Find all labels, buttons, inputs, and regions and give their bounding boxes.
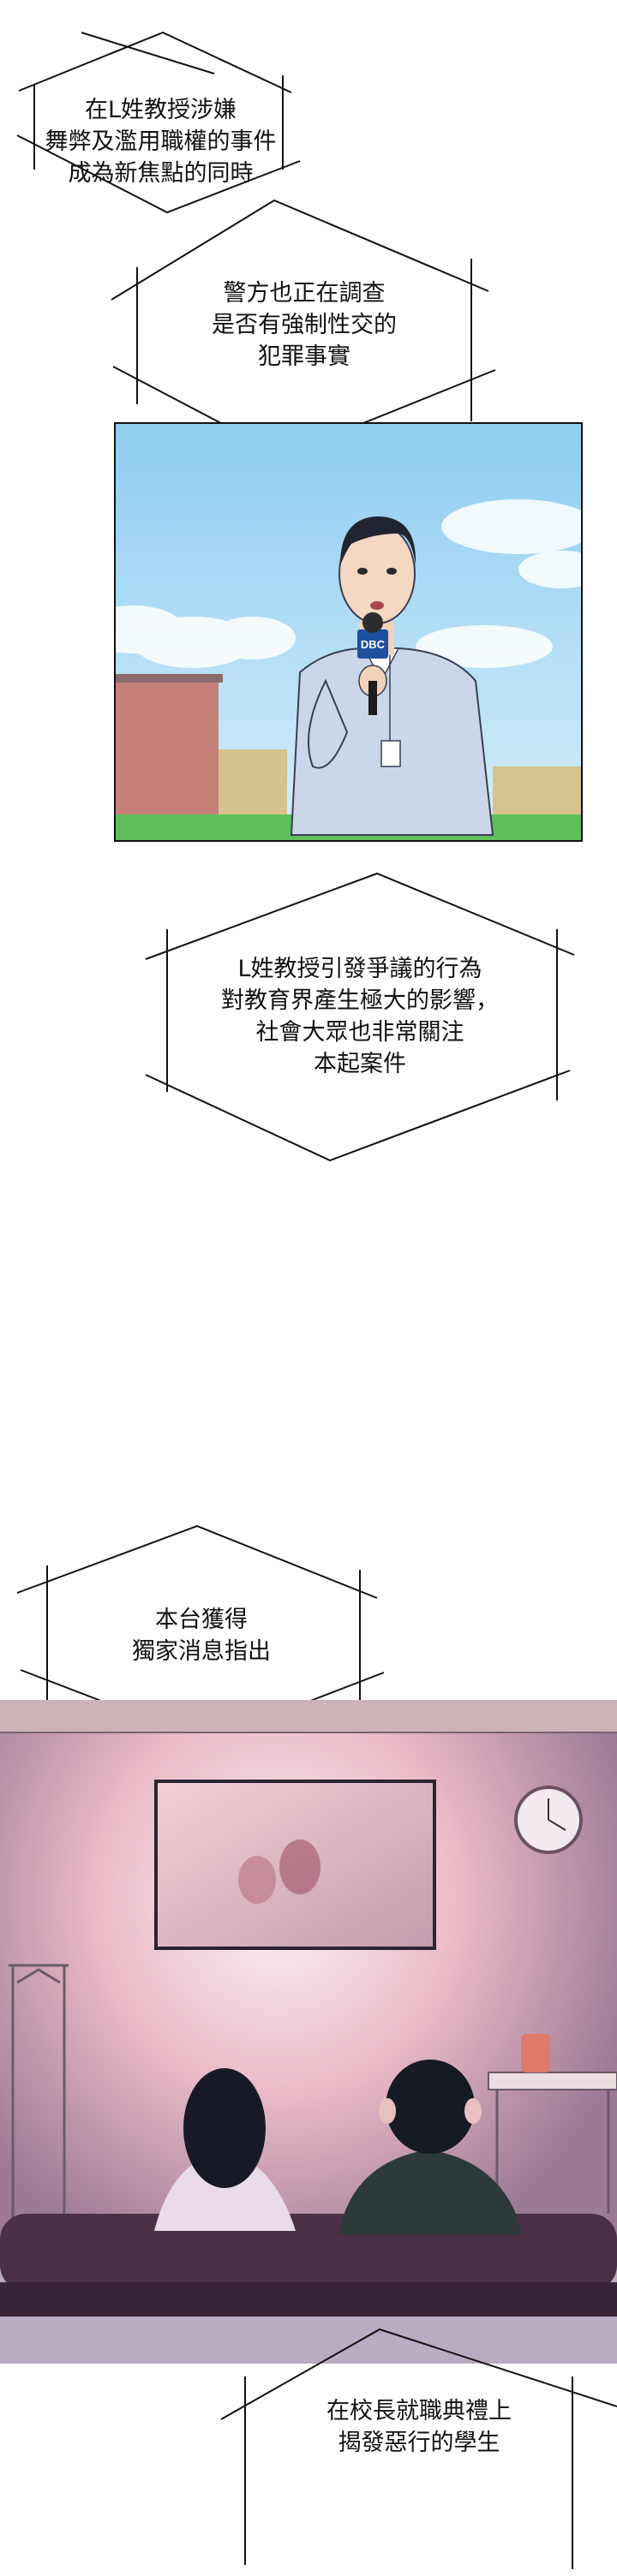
- caption-box-5: 在校長就職典禮上 揭發惡行的學生: [220, 2325, 617, 2576]
- caption-box-1: 在L姓教授涉嫌 舞弊及濫用職權的事件 成為新焦點的同時: [0, 24, 321, 221]
- tv: [154, 1780, 436, 1950]
- reporter-panel: DBC: [114, 422, 583, 842]
- caption-line: 獨家消息指出: [132, 1638, 271, 1665]
- caption-line: 舞弊及濫用職權的事件: [45, 128, 277, 155]
- mic-logo: DBC: [361, 638, 386, 651]
- living-room-panel: [0, 1700, 617, 2364]
- caption-line: 是否有強制性交的: [212, 312, 397, 338]
- caption-line: L姓教授引發爭議的行為: [237, 956, 482, 982]
- clock: [514, 1786, 583, 1854]
- caption-line: 犯罪事實: [258, 343, 350, 370]
- id-badge: [380, 740, 401, 767]
- caption-line: 在L姓教授涉嫌: [84, 97, 237, 123]
- sofa: [0, 2214, 617, 2317]
- caption-line: 警方也正在調查: [223, 280, 386, 307]
- caption-line: 在校長就職典禮上: [326, 2398, 512, 2424]
- caption-line: 對教育界產生極大的影響，: [221, 987, 499, 1014]
- caption-line: 本台獲得: [155, 1607, 248, 1633]
- caption-box-3: L姓教授引發爭議的行為 對教育界產生極大的影響， 社會大眾也非常關注 本起案件: [137, 869, 583, 1165]
- caption-line: 本起案件: [314, 1051, 406, 1077]
- caption-line: 揭發惡行的學生: [338, 2430, 500, 2456]
- caption-line: 社會大眾也非常關注: [255, 1019, 464, 1046]
- caption-line: 成為新焦點的同時: [68, 160, 254, 187]
